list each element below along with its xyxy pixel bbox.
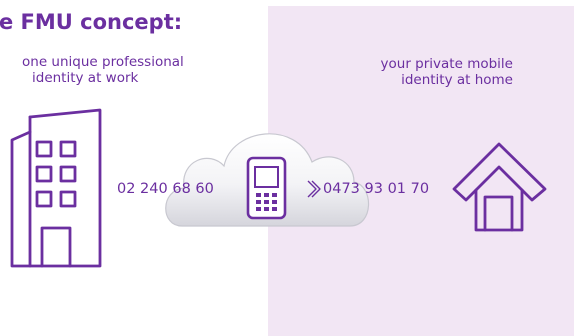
concept-diagram	[10, 108, 547, 268]
office-building-icon	[10, 108, 102, 268]
mobile-phone-icon	[246, 156, 287, 220]
mobile-phone-number: 0473 93 01 70	[323, 181, 430, 197]
house-icon	[452, 142, 547, 232]
work-phone-number: 02 240 68 60	[117, 181, 214, 197]
